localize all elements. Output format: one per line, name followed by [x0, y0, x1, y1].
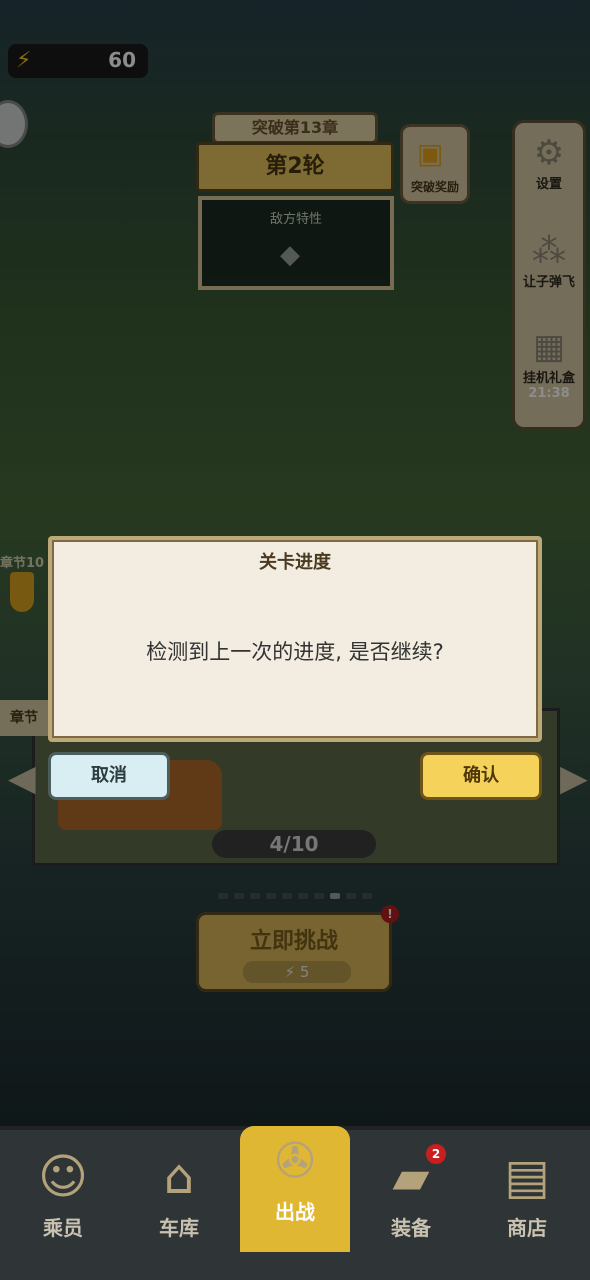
- nav-shop-label: 商店: [507, 1216, 547, 1240]
- equipment-badge: 2: [426, 1144, 446, 1164]
- dialog-title: 关卡进度: [259, 552, 331, 573]
- crew-icon: ☺: [37, 1149, 89, 1205]
- confirm-button[interactable]: 确认: [420, 752, 542, 800]
- nav-equipment-label: 装备: [391, 1216, 431, 1240]
- nav-garage-label: 车库: [159, 1216, 199, 1240]
- turret-icon: ▰: [392, 1149, 430, 1205]
- dialog-message: 检测到上一次的进度, 是否继续?: [146, 640, 444, 664]
- nav-crew[interactable]: ☺ 乘员: [8, 1142, 118, 1252]
- shop-icon: ▤: [504, 1149, 550, 1205]
- nav-equipment[interactable]: ▰ 装备 2: [356, 1142, 466, 1252]
- progress-dialog: 关卡进度 检测到上一次的进度, 是否继续?: [48, 536, 542, 742]
- nav-crew-label: 乘员: [43, 1216, 83, 1240]
- nav-battle-label: 出战: [275, 1200, 315, 1224]
- nav-shop[interactable]: ▤ 商店: [472, 1142, 582, 1252]
- bottom-nav: ☺ 乘员 ⌂ 车库 ✇ 出战 ▰ 装备 2 ▤ 商店: [0, 1126, 590, 1280]
- garage-icon: ⌂: [163, 1149, 195, 1205]
- nav-garage[interactable]: ⌂ 车库: [124, 1142, 234, 1252]
- cancel-button[interactable]: 取消: [48, 752, 170, 800]
- nav-battle[interactable]: ✇ 出战: [240, 1126, 350, 1252]
- map-icon: ✇: [274, 1133, 316, 1189]
